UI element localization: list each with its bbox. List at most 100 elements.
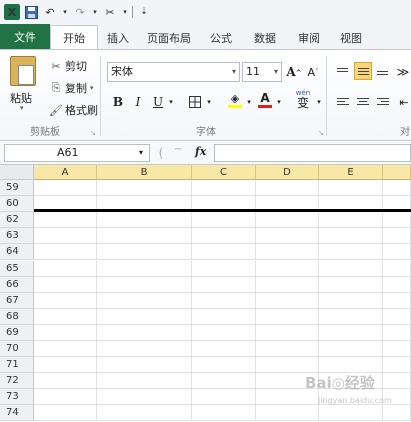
grid-cell[interactable] [256, 212, 319, 229]
redo-icon[interactable]: ↷ [72, 4, 88, 20]
grid-cell[interactable] [192, 341, 256, 357]
grid-cell[interactable] [97, 276, 192, 293]
name-box[interactable]: A61 ▾ [4, 144, 150, 162]
column-header-f-partial[interactable] [383, 165, 411, 180]
grid-cell[interactable] [383, 341, 411, 357]
grid-cell[interactable] [192, 292, 256, 309]
underline-button[interactable]: U [150, 92, 166, 112]
tab-data[interactable]: 数据 [242, 26, 288, 49]
align-middle-button[interactable] [354, 62, 372, 80]
format-painter-button[interactable]: 🖌 格式刷 [49, 102, 98, 118]
grid-cell[interactable] [97, 324, 192, 341]
cut-button[interactable]: ✂ 剪切 [50, 58, 87, 74]
grid-cell[interactable] [97, 244, 192, 261]
fill-color-button[interactable]: ◈ [226, 90, 244, 110]
grid-cell[interactable] [34, 212, 97, 229]
font-color-button[interactable]: A [256, 90, 274, 110]
tab-formulas[interactable]: 公式 [200, 26, 242, 49]
touch-mode-icon[interactable]: ✂ [102, 4, 118, 20]
grid-cell[interactable] [192, 244, 256, 261]
grid-cell[interactable] [97, 292, 192, 309]
font-name-select[interactable]: 宋体 ▾ [107, 62, 240, 82]
grid-cell[interactable] [97, 308, 192, 325]
grid-cell[interactable] [97, 389, 192, 406]
tab-review[interactable]: 审阅 [288, 26, 330, 49]
underline-dropdown-icon[interactable]: ▾ [166, 92, 176, 112]
grid-cell[interactable] [319, 276, 383, 293]
grid-cell[interactable] [319, 341, 383, 357]
column-header-c[interactable]: C [192, 165, 256, 180]
grid-cell[interactable] [383, 357, 411, 374]
grid-cell[interactable] [34, 260, 97, 277]
column-header-d[interactable]: D [256, 165, 319, 180]
align-bottom-button[interactable] [374, 62, 392, 80]
row-header[interactable]: 62 [0, 212, 34, 229]
row-header[interactable]: 66 [0, 276, 34, 293]
borders-button[interactable] [186, 92, 204, 112]
excel-logo-icon[interactable]: X [4, 4, 20, 20]
phonetic-button[interactable]: wén 变 [292, 88, 314, 109]
grid-cell[interactable] [34, 244, 97, 261]
clipboard-launcher-icon[interactable]: ↘ [90, 129, 96, 137]
grid-cell[interactable] [192, 389, 256, 406]
grid-cell[interactable] [192, 212, 256, 229]
grid-cell[interactable] [34, 341, 97, 357]
grid-cell[interactable] [97, 260, 192, 277]
grid-cell[interactable] [383, 276, 411, 293]
column-header-b[interactable]: B [97, 165, 192, 180]
row-header[interactable]: 74 [0, 405, 34, 422]
grid-cell[interactable] [383, 260, 411, 277]
grid-cell[interactable] [319, 244, 383, 261]
grid-cell[interactable] [34, 228, 97, 245]
copy-button[interactable]: ⎘ 复制 ▾ [50, 80, 94, 96]
grid-cell[interactable] [192, 405, 256, 422]
row-header[interactable]: 60 [0, 196, 34, 213]
paste-icon[interactable] [10, 56, 36, 86]
grid-cell[interactable] [34, 373, 97, 390]
grid-cell[interactable] [34, 292, 97, 309]
grid-cell[interactable] [319, 308, 383, 325]
row-header[interactable]: 65 [0, 260, 34, 277]
row-header[interactable]: 72 [0, 373, 34, 390]
grid-cell[interactable] [383, 244, 411, 261]
align-right-button[interactable] [374, 92, 392, 110]
copy-dropdown-icon[interactable]: ▾ [90, 84, 94, 92]
font-size-select[interactable]: 11 ▾ [242, 62, 282, 82]
italic-button[interactable]: I [130, 92, 146, 112]
grid-cell[interactable] [256, 244, 319, 261]
grid-cell[interactable] [319, 260, 383, 277]
grid-cell[interactable] [256, 292, 319, 309]
indent-icon[interactable]: ⇤ [398, 92, 410, 112]
fill-color-dropdown-icon[interactable]: ▾ [244, 92, 254, 112]
row-header[interactable]: 67 [0, 292, 34, 309]
grid-cell[interactable] [256, 341, 319, 357]
redo-dropdown-icon[interactable]: ▾ [91, 4, 99, 20]
row-header[interactable]: 69 [0, 324, 34, 341]
grid-cell[interactable] [192, 276, 256, 293]
grid-cell[interactable] [192, 357, 256, 374]
tab-home[interactable]: 开始 [50, 25, 98, 49]
phonetic-dropdown-icon[interactable]: ▾ [314, 92, 324, 112]
row-header[interactable]: 59 [0, 180, 34, 196]
name-box-dropdown-icon[interactable]: ▾ [139, 145, 143, 161]
tab-view[interactable]: 视图 [330, 26, 372, 49]
row-header[interactable]: 68 [0, 308, 34, 325]
grid-cell[interactable] [97, 373, 192, 390]
formula-cancel-icon[interactable]: − [174, 144, 182, 155]
grid-cell[interactable] [383, 324, 411, 341]
grid-cell[interactable] [319, 292, 383, 309]
grid-cell[interactable] [97, 212, 192, 229]
grid-cell[interactable] [34, 180, 97, 196]
more-dropdown-icon[interactable]: ▾ [121, 4, 129, 20]
grow-font-button[interactable]: A ^ [286, 62, 302, 82]
grid-cell[interactable] [256, 276, 319, 293]
grid-cell[interactable] [97, 180, 192, 196]
undo-dropdown-icon[interactable]: ▾ [61, 4, 69, 20]
grid-cell[interactable] [256, 357, 319, 374]
grid-cell[interactable] [319, 324, 383, 341]
orientation-icon[interactable]: ≫ [396, 62, 410, 82]
row-header[interactable]: 73 [0, 389, 34, 406]
font-launcher-icon[interactable]: ↘ [318, 129, 324, 137]
row-header[interactable]: 64 [0, 244, 34, 261]
grid-cell[interactable] [319, 357, 383, 374]
